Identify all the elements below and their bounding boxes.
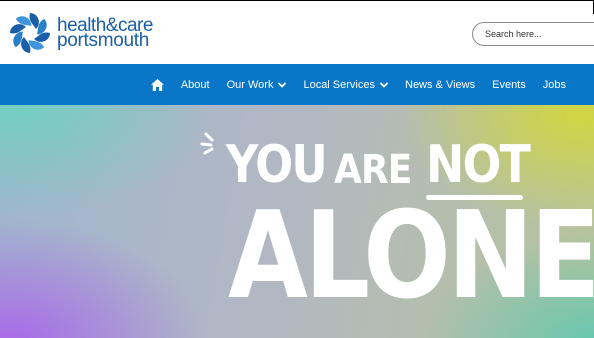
chevron-down-icon xyxy=(380,81,388,88)
hero-word-you: YOU xyxy=(226,135,328,195)
emphasis-sparks-icon xyxy=(200,132,214,155)
nav-events[interactable]: Events xyxy=(492,79,526,91)
nav-local-services[interactable]: Local Services xyxy=(303,79,388,91)
nav-home[interactable] xyxy=(150,78,164,91)
hero-headline-line-2: ALONE xyxy=(228,187,594,326)
nav-our-work[interactable]: Our Work xyxy=(227,79,287,91)
frame-top-border xyxy=(0,0,594,1)
search-box xyxy=(472,22,594,46)
home-icon xyxy=(150,78,164,91)
nav-jobs[interactable]: Jobs xyxy=(543,79,566,91)
logo-line-2: portsmouth xyxy=(57,30,150,51)
logo-wordmark: health&care portsmouth xyxy=(57,16,153,51)
hero-banner: YOU ARE NOT ALONE xyxy=(0,105,594,338)
chevron-down-icon xyxy=(278,81,287,88)
hero-word-not: NOT xyxy=(426,135,531,195)
site-header: health&care portsmouth xyxy=(0,0,594,64)
nav-about[interactable]: About xyxy=(181,79,210,91)
main-nav: About Our Work Local Services News & Vie… xyxy=(0,64,594,105)
site-logo[interactable]: health&care portsmouth xyxy=(6,10,166,56)
nav-news-views[interactable]: News & Views xyxy=(405,79,475,91)
flower-logo-icon xyxy=(10,13,50,53)
search-input[interactable] xyxy=(485,23,594,45)
